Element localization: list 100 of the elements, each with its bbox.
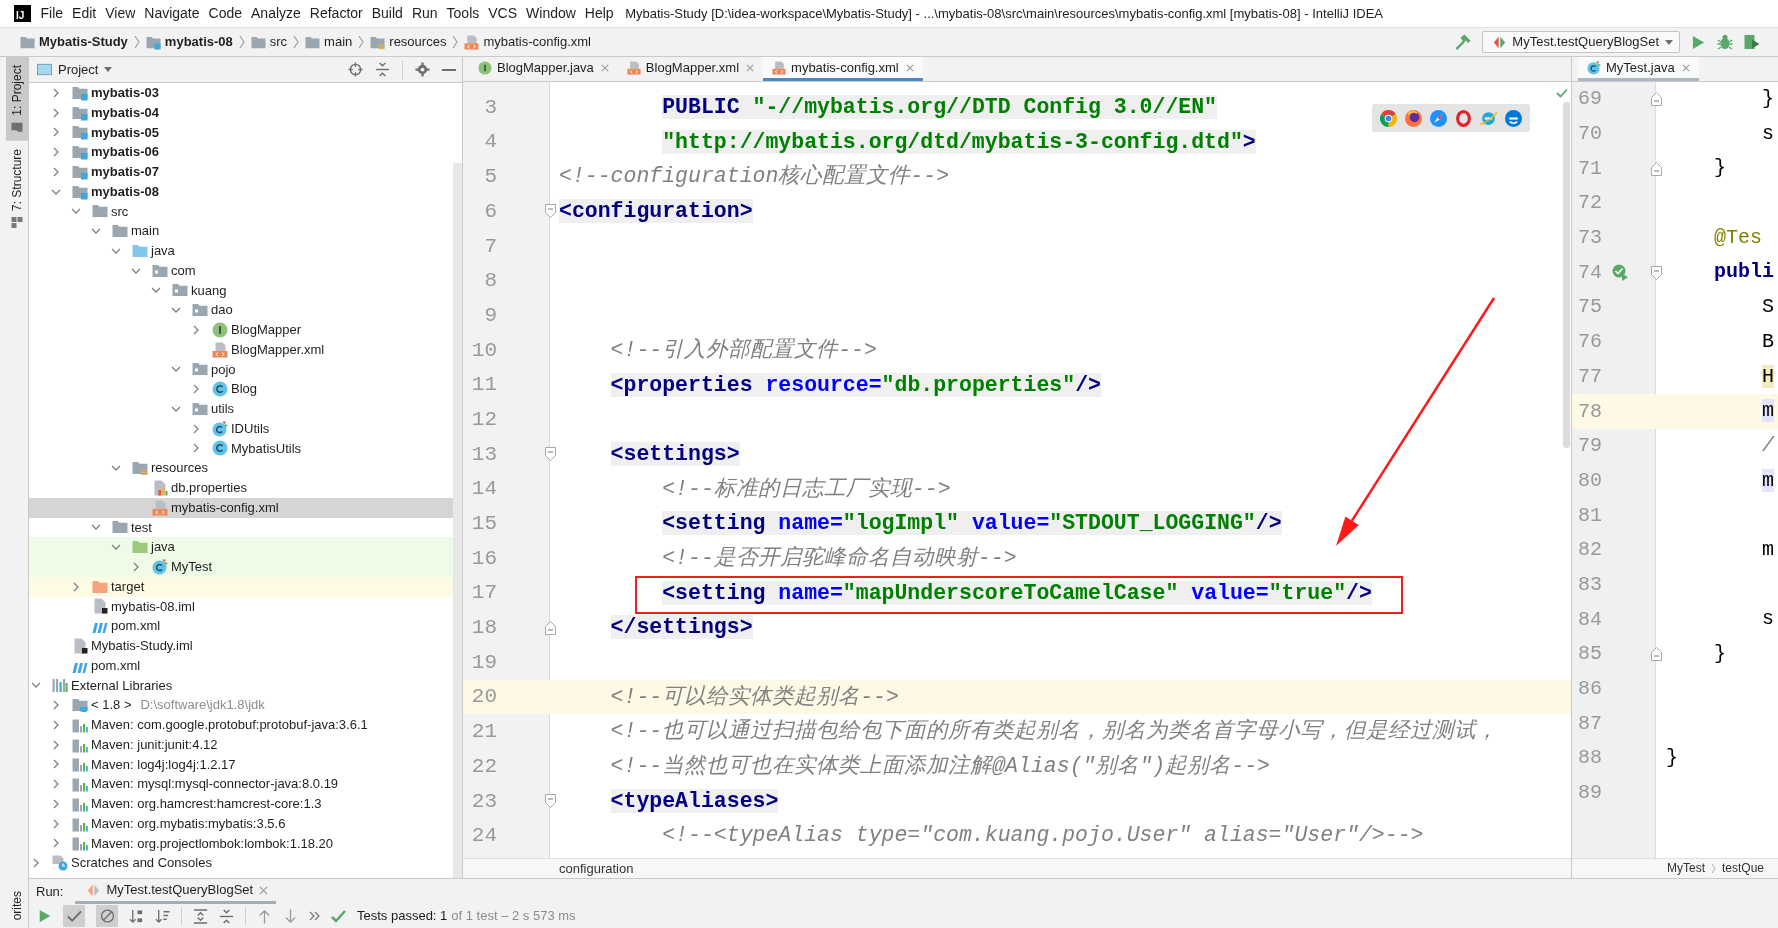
tree-item[interactable]: mybatis-08 [29, 181, 453, 202]
tree-item[interactable]: Maven: org.projectlombok:lombok:1.18.20 [29, 833, 453, 854]
tree-item[interactable]: pom.xml [29, 616, 453, 636]
tree-item[interactable]: mybatis-config.xml [29, 497, 453, 518]
tree-item[interactable]: resources [29, 458, 453, 478]
editor-tab[interactable]: BlogMapper.xml [617, 57, 764, 81]
tree-item[interactable]: MyTest [29, 557, 453, 577]
collapse-all-icon[interactable] [375, 62, 390, 77]
fold-marker-icon[interactable] [544, 204, 556, 219]
close-icon[interactable] [259, 885, 269, 895]
hammer-icon[interactable] [1455, 34, 1472, 50]
chevron-down-icon[interactable] [110, 544, 121, 551]
chevron-right-icon[interactable] [52, 739, 59, 750]
tree-item[interactable]: mybatis-07 [29, 162, 453, 182]
tree-item[interactable]: External Libraries [29, 675, 453, 696]
tree-item[interactable]: test [29, 517, 453, 538]
menu-item[interactable]: Build [367, 0, 408, 27]
tree-item[interactable]: Maven: junit:junit:4.12 [29, 734, 453, 755]
chevron-down-icon[interactable] [90, 524, 101, 531]
tree-item[interactable]: mybatis-06 [29, 142, 453, 162]
tree-item[interactable]: MybatisUtils [29, 438, 453, 459]
sort-alpha-icon[interactable] [129, 908, 144, 924]
chevron-down-icon[interactable] [170, 405, 181, 412]
play-icon[interactable] [1691, 34, 1706, 50]
settings-icon[interactable] [415, 62, 430, 77]
chevron-right-icon[interactable] [52, 87, 59, 98]
fold-marker-icon[interactable] [1650, 265, 1662, 280]
orbit-icon[interactable] [1480, 109, 1497, 127]
segmented-circle-icon[interactable] [1380, 109, 1397, 127]
close-icon[interactable] [746, 63, 755, 72]
chevron-down-icon[interactable] [70, 208, 81, 215]
filter-toggle[interactable] [63, 905, 85, 927]
test-passed-icon[interactable] [1612, 264, 1628, 282]
menu-item[interactable]: Edit [67, 0, 101, 27]
coverage-icon[interactable] [1744, 34, 1760, 50]
fold-marker-icon[interactable] [544, 794, 556, 809]
filter-toggle[interactable] [96, 905, 118, 927]
chevron-down-icon[interactable] [170, 366, 181, 373]
editor-tab[interactable]: MyTest.java [1578, 57, 1699, 81]
compass-icon[interactable] [1430, 109, 1447, 127]
play-icon[interactable] [38, 909, 52, 923]
chevron-right-icon[interactable] [52, 166, 59, 177]
menu-item[interactable]: View [100, 0, 140, 27]
double-chevron-icon[interactable] [309, 911, 320, 921]
flame-globe-icon[interactable] [1405, 109, 1422, 127]
minimize-icon[interactable] [442, 68, 456, 71]
chevron-down-icon[interactable] [170, 307, 181, 314]
breadcrumb-item[interactable]: configuration [559, 860, 634, 877]
tree-item[interactable]: kuang [29, 280, 453, 301]
close-icon[interactable] [600, 63, 609, 72]
project-view-dropdown[interactable]: Project [37, 61, 113, 78]
arrow-up-icon[interactable] [257, 908, 272, 924]
check-icon[interactable] [1556, 88, 1568, 98]
scrollbar-thumb[interactable] [453, 163, 462, 878]
fold-marker-icon[interactable] [1650, 92, 1662, 107]
chevron-down-icon[interactable] [130, 267, 141, 274]
tree-item[interactable]: utils [29, 399, 453, 419]
run-tab[interactable]: MyTest.testQueryBlogSet [75, 879, 277, 904]
menu-item[interactable]: File [36, 0, 68, 27]
tree-item[interactable]: Scratches and Consoles [29, 853, 453, 873]
chevron-right-icon[interactable] [192, 443, 199, 454]
tree-item[interactable]: Mybatis-Study.iml [29, 636, 453, 656]
chevron-right-icon[interactable] [52, 779, 59, 790]
tree-item[interactable]: IDUtils [29, 418, 453, 439]
tree-item[interactable]: < 1.8 > D:\software\jdk1.8\jdk [29, 695, 453, 715]
chevron-down-icon[interactable] [110, 247, 121, 254]
menu-item[interactable]: Tools [442, 0, 484, 27]
tool-window-tab[interactable]: 1: Project [6, 57, 28, 141]
close-icon[interactable] [1681, 63, 1690, 72]
tree-item[interactable]: pom.xml [29, 655, 453, 676]
chevron-right-icon[interactable] [32, 858, 39, 869]
breadcrumb-item[interactable]: testQue [1722, 861, 1765, 876]
tool-window-tab[interactable]: orites [6, 890, 28, 928]
chevron-right-icon[interactable] [52, 759, 59, 770]
ring-icon[interactable] [1455, 109, 1472, 127]
tree-item[interactable]: pojo [29, 359, 453, 380]
tree-item[interactable]: Maven: com.google.protobuf:protobuf-java:3.6.1 [29, 715, 453, 735]
tree-item[interactable]: java [29, 537, 453, 557]
breadcrumb-item[interactable]: resources [370, 34, 447, 50]
tree-item[interactable]: BlogMapper [29, 320, 453, 340]
menu-item[interactable]: Analyze [246, 0, 306, 27]
arrow-down-icon[interactable] [283, 908, 298, 924]
tree-item[interactable]: Maven: org.hamcrest:hamcrest-core:1.3 [29, 794, 453, 814]
wave-circle-icon[interactable] [1505, 109, 1522, 127]
tree-item[interactable]: BlogMapper.xml [29, 339, 453, 360]
chevron-down-icon[interactable] [150, 287, 161, 294]
tree-item[interactable]: Maven: org.mybatis:mybatis:3.5.6 [29, 813, 453, 834]
menu-item[interactable]: Run [407, 0, 443, 27]
tree-item[interactable]: Blog [29, 379, 453, 399]
expand-all-icon[interactable] [193, 908, 208, 924]
tree-item[interactable]: java [29, 241, 453, 261]
collapse-all-icon[interactable] [219, 908, 234, 924]
menu-item[interactable]: Refactor [305, 0, 368, 27]
fold-marker-icon[interactable] [544, 447, 556, 462]
crosshair-icon[interactable] [348, 62, 363, 77]
chevron-down-icon[interactable] [50, 188, 61, 195]
breadcrumb-item[interactable]: mybatis-08 [145, 34, 233, 50]
scrollbar-thumb[interactable] [1563, 102, 1570, 448]
chevron-down-icon[interactable] [30, 682, 41, 689]
chevron-down-icon[interactable] [110, 465, 121, 472]
